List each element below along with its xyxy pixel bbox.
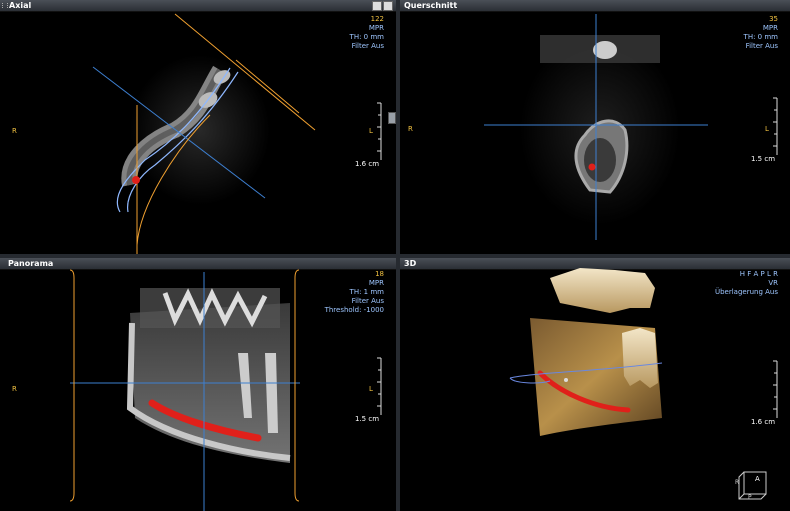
panorama-pane[interactable]: Panorama 18 MPR TH: 1 mm Filter Aus Thre… — [0, 258, 396, 511]
axial-info: 122 MPR TH: 0 mm Filter Aus — [350, 15, 384, 51]
cross-section-image[interactable] — [400, 0, 790, 254]
render-mode: VR — [768, 279, 778, 287]
orientation-cube-icon[interactable] — [736, 466, 772, 500]
cube-face-label: A — [755, 475, 760, 483]
render-mode: MPR — [368, 24, 384, 32]
panorama-info: 18 MPR TH: 1 mm Filter Aus Threshold: -1… — [325, 270, 384, 315]
left-marker: R — [12, 385, 17, 393]
slice-number: 35 — [769, 15, 778, 23]
filter-status: Filter Aus — [745, 42, 778, 50]
overlay-status: Überlagerung Aus — [714, 288, 778, 296]
left-marker: R — [408, 125, 413, 133]
right-marker: L — [765, 125, 769, 133]
axial-pane[interactable]: Axial 122 MPR TH: 0 mm Filter Aus R L 1.… — [0, 0, 396, 254]
threshold-value: Threshold: -1000 — [324, 306, 384, 314]
orientation-labels: H F A P L R — [739, 270, 778, 278]
cube-bottom-label: P — [748, 494, 752, 501]
right-marker: L — [369, 385, 373, 393]
cross-info: 35 MPR TH: 0 mm Filter Aus — [744, 15, 778, 51]
scale-label: 1.5 cm — [355, 415, 380, 423]
cube-left-label: R — [735, 479, 740, 486]
slice-thickness: TH: 0 mm — [743, 33, 778, 41]
render-mode: MPR — [368, 279, 384, 287]
scale-label: 1.6 cm — [355, 160, 380, 168]
3d-info: H F A P L R VR Überlagerung Aus — [715, 270, 778, 297]
slice-number: 18 — [375, 270, 384, 278]
slice-thickness: TH: 1 mm — [349, 288, 384, 296]
3d-pane[interactable]: 3D H F A P L R VR Überlagerung Aus 1.6 c… — [400, 258, 790, 511]
slice-number: 122 — [370, 15, 384, 23]
filter-status: Filter Aus — [351, 42, 384, 50]
axial-image[interactable] — [0, 0, 396, 254]
scale-label: 1.5 cm — [751, 155, 776, 163]
slice-thickness: TH: 0 mm — [349, 33, 384, 41]
right-marker: L — [369, 127, 373, 135]
splitter-handle[interactable] — [388, 112, 396, 124]
left-marker: R — [12, 127, 17, 135]
scale-label: 1.6 cm — [751, 418, 776, 426]
filter-status: Filter Aus — [351, 297, 384, 305]
render-mode: MPR — [762, 24, 778, 32]
cross-section-pane[interactable]: Querschnitt 35 MPR TH: 0 mm Filter Aus R… — [400, 0, 790, 254]
horizontal-splitter[interactable] — [0, 254, 790, 258]
